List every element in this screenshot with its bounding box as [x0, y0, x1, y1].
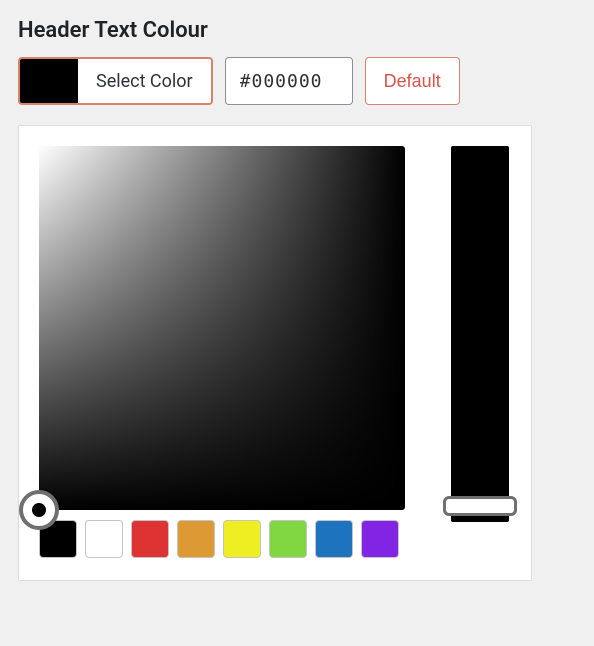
sv-handle[interactable]: [19, 490, 59, 530]
swatch-yellow[interactable]: [223, 520, 261, 558]
saturation-value-area[interactable]: [39, 146, 405, 510]
section-title: Header Text Colour: [18, 18, 576, 43]
hex-input[interactable]: [225, 57, 353, 105]
controls-row: Select Color Default: [18, 57, 576, 105]
swatch-orange[interactable]: [177, 520, 215, 558]
swatch-red[interactable]: [131, 520, 169, 558]
sv-handle-color-indicator: [32, 503, 46, 517]
default-button[interactable]: Default: [365, 57, 460, 105]
select-color-label: Select Color: [78, 59, 211, 103]
swatch-purple[interactable]: [361, 520, 399, 558]
select-color-button[interactable]: Select Color: [18, 57, 213, 105]
color-picker-panel: [18, 125, 532, 581]
current-color-swatch: [20, 59, 78, 103]
swatch-white[interactable]: [85, 520, 123, 558]
hue-handle[interactable]: [443, 496, 517, 516]
swatch-green[interactable]: [269, 520, 307, 558]
preset-swatches: [39, 520, 405, 558]
swatch-blue[interactable]: [315, 520, 353, 558]
hue-strip[interactable]: [451, 146, 509, 522]
